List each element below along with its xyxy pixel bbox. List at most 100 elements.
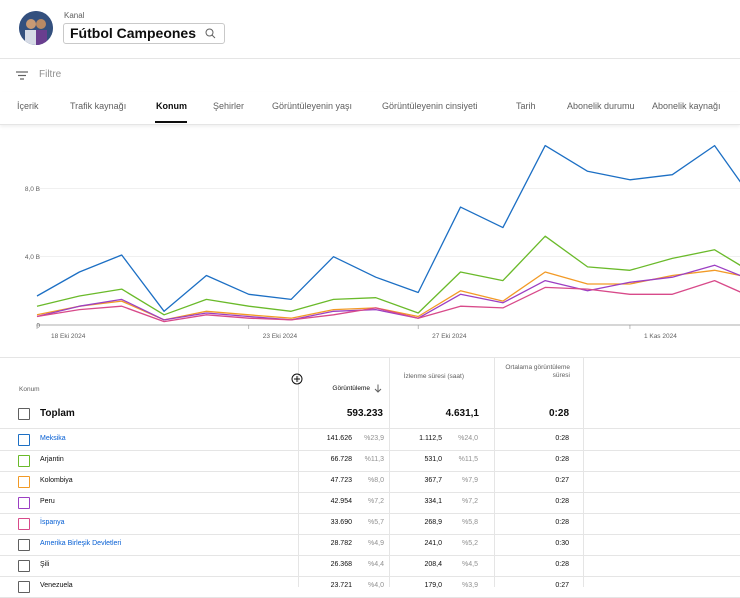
y-tick-label: 8,0 B bbox=[25, 186, 40, 193]
watch-time-value: 208,4 bbox=[424, 561, 442, 568]
location-name: Kolombiya bbox=[40, 477, 73, 484]
channel-avatar[interactable] bbox=[19, 11, 53, 45]
location-name: Arjantin bbox=[40, 456, 64, 463]
watch-time-percent: %4,5 bbox=[462, 561, 478, 568]
header-views[interactable]: Görüntüleme bbox=[304, 385, 370, 393]
tab-subscription-source[interactable]: Abonelik kaynağı bbox=[652, 101, 721, 111]
add-metric-icon[interactable] bbox=[291, 373, 303, 385]
sort-desc-icon[interactable] bbox=[374, 384, 382, 393]
tab-viewer-age[interactable]: Görüntüleyenin yaşı bbox=[272, 101, 352, 111]
table-row[interactable]: Meksika 141.626 %23,9 1.112,5 %24,0 0:28 bbox=[0, 429, 740, 451]
avg-duration-value: 0:28 bbox=[555, 435, 569, 442]
dimension-tabs: İçerik Trafik kaynağı Konum Şehirler Gör… bbox=[0, 92, 740, 125]
total-checkbox[interactable] bbox=[18, 408, 30, 420]
watch-time-value: 367,7 bbox=[424, 477, 442, 484]
watch-time-percent: %7,9 bbox=[462, 477, 478, 484]
watch-time-value: 531,0 bbox=[424, 456, 442, 463]
table-row[interactable]: İspanya 33.690 %5,7 268,9 %5,8 0:28 bbox=[0, 513, 740, 535]
total-avg-duration: 0:28 bbox=[548, 408, 569, 419]
watch-time-percent: %5,8 bbox=[462, 519, 478, 526]
table-row[interactable]: Şili 26.368 %4,4 208,4 %4,5 0:28 bbox=[0, 555, 740, 577]
table-row[interactable]: Kolombiya 47.723 %8,0 367,7 %7,9 0:27 bbox=[0, 471, 740, 493]
tab-traffic-source[interactable]: Trafik kaynağı bbox=[70, 101, 126, 111]
watch-time-percent: %5,2 bbox=[462, 540, 478, 547]
watch-time-percent: %7,2 bbox=[462, 498, 478, 505]
tab-viewer-gender[interactable]: Görüntüleyenin cinsiyeti bbox=[382, 101, 478, 111]
views-value: 141.626 bbox=[326, 435, 352, 442]
tab-location[interactable]: Konum bbox=[156, 101, 187, 111]
row-checkbox[interactable] bbox=[18, 539, 30, 551]
views-percent: %8,0 bbox=[368, 477, 384, 484]
series-line-arjantin bbox=[36, 235, 740, 316]
row-checkbox[interactable] bbox=[18, 560, 30, 572]
views-percent: %23,9 bbox=[364, 435, 384, 442]
row-checkbox[interactable] bbox=[18, 518, 30, 530]
header-location: Konum bbox=[19, 386, 40, 393]
total-views: 593.233 bbox=[346, 408, 383, 419]
row-checkbox[interactable] bbox=[18, 455, 30, 467]
views-value: 66.728 bbox=[330, 456, 352, 463]
views-value: 42.954 bbox=[330, 498, 352, 505]
tab-content[interactable]: İçerik bbox=[17, 101, 39, 111]
row-checkbox[interactable] bbox=[18, 581, 30, 593]
watch-time-value: 334,1 bbox=[424, 498, 442, 505]
header-avg-view-duration[interactable]: Ortalama görüntüleme süresi bbox=[504, 364, 570, 380]
location-name[interactable]: Amerika Birleşik Devletleri bbox=[40, 540, 121, 547]
watch-time-value: 241,0 bbox=[424, 540, 442, 547]
avg-duration-value: 0:28 bbox=[555, 456, 569, 463]
views-percent: %4,4 bbox=[368, 561, 384, 568]
x-tick-label: 18 Eki 2024 bbox=[51, 333, 86, 340]
location-name[interactable]: İspanya bbox=[40, 519, 65, 526]
row-checkbox[interactable] bbox=[18, 434, 30, 446]
total-row: Toplam 593.233 4.631,1 0:28 bbox=[0, 399, 740, 429]
row-checkbox[interactable] bbox=[18, 476, 30, 488]
table-row[interactable]: Arjantin 66.728 %11,3 531,0 %11,5 0:28 bbox=[0, 450, 740, 472]
avg-duration-value: 0:30 bbox=[555, 540, 569, 547]
views-line-chart: 12,0 B8,0 B4,0 B018 Eki 202423 Eki 20242… bbox=[21, 120, 740, 340]
search-icon bbox=[205, 28, 216, 39]
total-label: Toplam bbox=[40, 408, 75, 419]
avg-duration-value: 0:28 bbox=[555, 498, 569, 505]
location-name: Peru bbox=[40, 498, 55, 505]
series-line-meksika bbox=[36, 144, 740, 312]
channel-selector[interactable]: Fútbol Campeones bbox=[63, 23, 226, 44]
views-percent: %5,7 bbox=[368, 519, 384, 526]
tab-subscription-status[interactable]: Abonelik durumu bbox=[567, 101, 635, 111]
row-checkbox[interactable] bbox=[18, 497, 30, 509]
table-row[interactable]: Amerika Birleşik Devletleri 28.782 %4,9 241… bbox=[0, 534, 740, 556]
filter-icon[interactable] bbox=[16, 71, 28, 80]
x-tick-label: 1 Kas 2024 bbox=[644, 333, 677, 340]
channel-label: Kanal bbox=[64, 11, 85, 20]
tab-cities[interactable]: Şehirler bbox=[213, 101, 244, 111]
tab-date[interactable]: Tarih bbox=[516, 101, 536, 111]
views-percent: %4,9 bbox=[368, 540, 384, 547]
watch-time-percent: %24,0 bbox=[458, 435, 478, 442]
location-name[interactable]: Meksika bbox=[40, 435, 66, 442]
watch-time-percent: %11,5 bbox=[458, 456, 478, 463]
filter-input[interactable]: Filtre bbox=[39, 69, 61, 80]
avg-duration-value: 0:28 bbox=[555, 519, 569, 526]
channel-header: Kanal Fútbol Campeones bbox=[0, 0, 740, 58]
location-table: Konum Görüntüleme İzlenme süresi (saat) … bbox=[0, 357, 740, 598]
y-tick-label: 4,0 B bbox=[25, 254, 40, 261]
views-value: 26.368 bbox=[330, 561, 352, 568]
channel-name: Fútbol Campeones bbox=[70, 25, 197, 41]
header-watch-time[interactable]: İzlenme süresi (saat) bbox=[400, 373, 464, 381]
views-value: 47.723 bbox=[330, 477, 352, 484]
x-tick-label: 27 Eki 2024 bbox=[432, 333, 467, 340]
watch-time-value: 268,9 bbox=[424, 519, 442, 526]
x-tick-label: 23 Eki 2024 bbox=[263, 333, 298, 340]
active-tab-indicator bbox=[155, 121, 187, 123]
views-value: 28.782 bbox=[330, 540, 352, 547]
location-name: Şili bbox=[40, 561, 50, 568]
avg-duration-value: 0:28 bbox=[555, 561, 569, 568]
table-row[interactable]: Peru 42.954 %7,2 334,1 %7,2 0:28 bbox=[0, 492, 740, 514]
filter-bar[interactable]: Filtre bbox=[0, 58, 740, 94]
views-percent: %7,2 bbox=[368, 498, 384, 505]
series-line-peru bbox=[36, 264, 740, 321]
views-value: 33.690 bbox=[330, 519, 352, 526]
avg-duration-value: 0:27 bbox=[555, 477, 569, 484]
table-row[interactable]: Venezuela 23.721 %4,0 179,0 %3,9 0:27 bbox=[0, 576, 740, 598]
total-watch-time: 4.631,1 bbox=[445, 408, 479, 419]
watch-time-value: 1.112,5 bbox=[419, 435, 442, 442]
